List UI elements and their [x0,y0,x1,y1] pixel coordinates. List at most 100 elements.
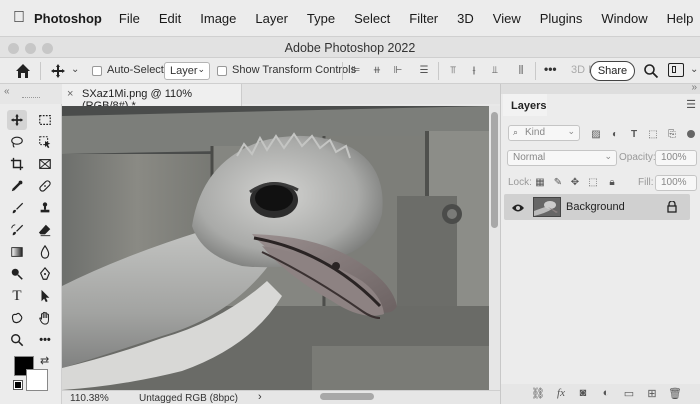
horizontal-scroll-thumb[interactable] [320,393,374,400]
share-button[interactable]: Share [590,61,635,81]
status-menu-arrow[interactable]: › [258,391,262,403]
lock-transparency-icon[interactable]: ▦ [534,177,546,189]
path-select-tool[interactable] [35,286,55,306]
home-icon[interactable] [14,62,32,80]
align-top-icon[interactable]: ⫪ [447,65,459,77]
layer-filter-row: ⌕ Kind ⌄ ▨ ◐ T ⬚ ⎘ [501,124,700,148]
object-select-tool[interactable] [35,132,55,152]
brush-tool[interactable] [7,198,27,218]
delete-layer-icon[interactable]: 🗑︎ [668,387,682,401]
more-options-button[interactable]: ••• [544,62,557,76]
lock-all-icon[interactable]: 🔒︎ [606,177,618,189]
auto-select-label: Auto-Select: [107,64,167,76]
fill-field[interactable]: 100% [655,175,697,191]
move-tool[interactable] [7,110,27,130]
default-colors-icon[interactable] [13,380,23,390]
align-left-icon[interactable]: ⊫ [350,65,362,77]
lock-position-icon[interactable]: ✥ [569,177,581,189]
zoom-tool[interactable] [7,330,27,350]
search-icon[interactable] [643,63,659,79]
lasso-tool[interactable] [7,132,27,152]
new-group-icon[interactable]: ▭ [622,387,636,401]
menu-layer[interactable]: Layer [255,11,288,26]
menu-filter[interactable]: Filter [409,11,438,26]
filter-toggle-icon[interactable] [687,130,695,138]
menu-3d[interactable]: 3D [457,11,474,26]
filter-smart-object-icon[interactable]: ⎘ [666,129,678,141]
distribute-horizontal-icon[interactable]: ☰ [418,65,430,77]
filter-shape-icon[interactable]: ⬚ [647,129,659,141]
frame-tool[interactable] [35,154,55,174]
marquee-tool[interactable] [35,110,55,130]
chevron-down-icon[interactable]: ⌄ [71,64,79,75]
adjustment-layer-icon[interactable]: ◐ [599,387,613,401]
new-layer-icon[interactable]: ⊞ [645,387,659,401]
background-color-swatch[interactable] [26,369,48,391]
swap-colors-icon[interactable]: ⇄ [40,354,49,367]
eraser-tool[interactable] [35,220,55,240]
crop-tool[interactable] [7,154,27,174]
lock-artboard-icon[interactable]: ⬚ [587,177,599,189]
menu-image[interactable]: Image [200,11,236,26]
menu-help[interactable]: Help [667,11,694,26]
menu-app-name[interactable]: Photoshop [34,11,102,26]
blur-tool[interactable] [35,242,55,262]
menu-view[interactable]: View [493,11,521,26]
options-divider [342,62,343,80]
layer-style-icon[interactable]: fx [554,387,568,401]
move-tool-preset-icon[interactable] [50,63,66,79]
expand-chevrons-icon[interactable]: » [691,82,697,93]
lock-pixels-icon[interactable]: ✎ [552,177,564,189]
type-tool[interactable]: T [7,286,27,306]
menu-type[interactable]: Type [307,11,335,26]
document-canvas[interactable] [62,106,489,390]
eyedropper-tool[interactable] [7,176,27,196]
filter-type-icon[interactable]: T [628,129,640,141]
auto-select-target-dropdown[interactable]: Layer ⌄ [164,62,210,80]
chevron-down-icon[interactable]: ⌄ [690,64,698,75]
menu-select[interactable]: Select [354,11,390,26]
shape-tool[interactable] [7,308,27,328]
hand-tool[interactable] [35,308,55,328]
zoom-level[interactable]: 110.38% [70,393,109,404]
stamp-tool[interactable] [35,198,55,218]
dodge-tool[interactable] [7,264,27,284]
collapse-chevrons-icon[interactable]: « [4,86,10,97]
workspace-icon[interactable] [668,63,684,77]
link-layers-icon[interactable]: ⛓ [531,387,545,401]
align-right-icon[interactable]: ⊩ [392,65,404,77]
vertical-scroll-thumb[interactable] [491,112,498,228]
filter-pixel-icon[interactable]: ▨ [590,129,602,141]
panel-menu-icon[interactable]: ☰ [686,98,696,111]
lock-row: Lock: ▦ ✎ ✥ ⬚ 🔒︎ Fill: 100% [501,172,700,196]
menu-edit[interactable]: Edit [159,11,181,26]
layer-name: Background [566,201,625,213]
history-brush-tool[interactable] [7,220,27,240]
distribute-vertical-icon[interactable]: ⫼ [515,65,527,77]
opacity-field[interactable]: 100% [655,150,697,166]
menu-window[interactable]: Window [601,11,647,26]
add-mask-icon[interactable]: ◙ [576,387,590,401]
toolbar-grip[interactable] [22,97,40,99]
gradient-tool[interactable] [7,242,27,262]
align-horizontal-center-icon[interactable]: ⧺ [371,65,383,77]
align-bottom-icon[interactable]: ⫫ [489,65,501,77]
more-tools[interactable]: ••• [35,330,55,350]
menu-plugins[interactable]: Plugins [540,11,583,26]
menu-file[interactable]: File [119,11,140,26]
kind-filter-dropdown[interactable]: ⌕ Kind ⌄ [508,125,580,141]
auto-select-checkbox[interactable] [92,66,102,76]
document-tab[interactable]: × SXaz1Mi.png @ 110% (RGB/8#) * [62,84,242,112]
tab-layers[interactable]: Layers [503,94,547,116]
layer-row[interactable]: Background [504,194,690,220]
apple-logo-icon[interactable]:  [13,9,25,27]
close-tab-icon[interactable]: × [67,88,73,100]
fill-value: 100% [661,177,687,188]
align-vertical-center-icon[interactable]: ⫲ [468,65,480,77]
blend-mode-dropdown[interactable]: Normal ⌄ [507,150,617,166]
pen-tool[interactable] [35,264,55,284]
healing-tool[interactable] [35,176,55,196]
filter-adjustment-icon[interactable]: ◐ [609,129,621,141]
eye-icon[interactable] [512,202,524,212]
show-transform-checkbox[interactable] [217,66,227,76]
